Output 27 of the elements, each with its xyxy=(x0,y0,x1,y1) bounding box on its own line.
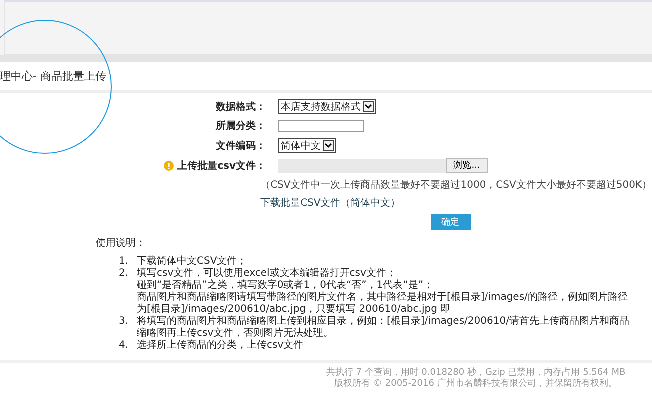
footer-text: 共执行 7 个查询，用时 0.018280 秒，Gzip 已禁用，内存占用 5.564 MB xyxy=(326,368,626,378)
dropdown[interactable]: 简体中文 xyxy=(278,138,336,153)
instruction-text: 选择所上传商品的分类，上传csv文件 xyxy=(137,340,304,352)
instruction-text: 下载简体中文CSV文件； xyxy=(137,256,248,268)
dropdown[interactable]: 本店支持数据格式 xyxy=(278,99,376,114)
list-number: 4. xyxy=(119,340,129,352)
instruction-text: 将填写的商品图片和商品缩略图上传到相应目录，例如：[根目录]/images/200610/请首先上传商品图片和商品缩略图再上传csv文件，否则图片无法处理。 xyxy=(137,316,630,340)
list-number: 2. xyxy=(119,268,129,281)
instruction-text: 填写csv文件，可以使用excel或文本编辑器打开csv文件； xyxy=(137,268,398,280)
hint-text: （CSV文件中一次上传商品数量最好不要超过1000，CSV文件大小最好不要超过500K） xyxy=(260,178,652,192)
caret-icon xyxy=(323,140,334,151)
list-number: 3. xyxy=(119,316,129,329)
page-title: 理中心- 商品批量上传 xyxy=(0,68,106,84)
field-label: 上传批量csv文件： xyxy=(178,160,266,172)
footer-text: 版权所有 © 2005-2016 广州市名麟科技有限公司，并保留所有权利。 xyxy=(334,379,618,390)
input-field[interactable] xyxy=(278,120,364,132)
instruction-text: 碰到“是否精品”之类，填写数字0或者1，0代表“否”，1代表“是”； xyxy=(137,280,435,292)
field-label: 所属分类： xyxy=(216,120,266,133)
instruction-text: 商品图片和商品缩略图请填写带路径的图片文件名，其中路径是相对于[根目录]/images/的路径，例如图片路径为[根目录]/images/200610/abc.jpg，只要填写 200610/abc.jpg 即 xyxy=(137,292,629,316)
caret-icon xyxy=(363,101,374,112)
instructions-title: 使用说明： xyxy=(96,237,147,250)
list-number: 1. xyxy=(119,256,129,268)
field-label: 数据格式： xyxy=(216,100,266,114)
file-path-field[interactable] xyxy=(278,158,446,172)
download-link[interactable]: 下载批量CSV文件（简体中文） xyxy=(260,196,401,210)
browse-button[interactable]: 浏览... xyxy=(446,158,488,173)
field-label: 文件编码： xyxy=(216,140,266,152)
